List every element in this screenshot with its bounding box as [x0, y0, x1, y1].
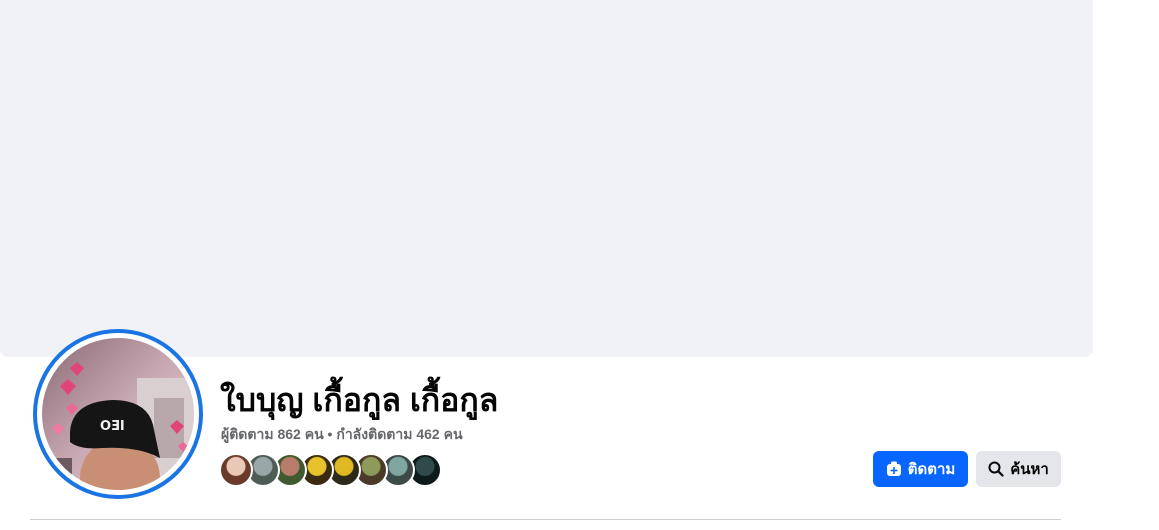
- profile-picture[interactable]: OƎI: [33, 329, 203, 499]
- profile-name: ใบบุญ เกื้อกูล เกื้อกูล: [220, 382, 499, 418]
- search-button[interactable]: ค้นหา: [976, 451, 1061, 487]
- profile-photo-image: OƎI: [42, 338, 194, 490]
- followers-link[interactable]: ผู้ติดตาม 862 คน: [221, 426, 324, 442]
- follow-label: ติดตาม: [907, 461, 956, 478]
- profile-divider: [30, 519, 1061, 520]
- follow-plus-icon: [886, 461, 902, 477]
- following-link[interactable]: กำลังติดตาม 462 คน: [336, 426, 462, 442]
- stats-separator: •: [323, 426, 337, 442]
- follow-button[interactable]: ติดตาม: [873, 451, 968, 487]
- search-icon: [988, 461, 1004, 477]
- cover-photo[interactable]: [0, 0, 1093, 357]
- friend-avatar-1[interactable]: [219, 453, 253, 487]
- search-label: ค้นหา: [1010, 461, 1049, 478]
- svg-text:OƎI: OƎI: [100, 419, 125, 434]
- profile-photo: OƎI: [42, 338, 194, 490]
- profile-stats: ผู้ติดตาม 862 คน • กำลังติดตาม 462 คน: [221, 425, 463, 443]
